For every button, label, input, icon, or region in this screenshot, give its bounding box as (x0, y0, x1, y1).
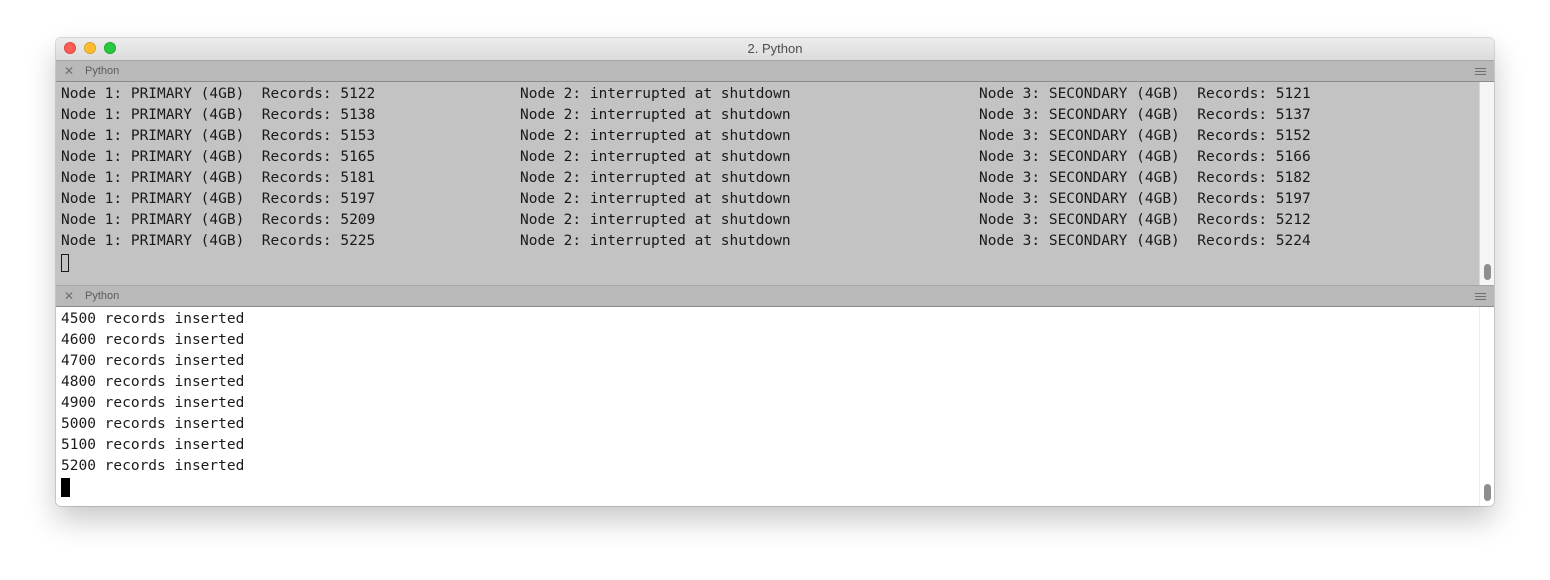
hamburger-menu-icon[interactable] (1475, 68, 1486, 75)
terminal-cursor (61, 254, 69, 272)
node-3-status: Node 3: SECONDARY (4GB) Records: 5224 (979, 233, 1311, 249)
bottom-output-line: 5200 records inserted (61, 458, 245, 474)
top-output-line: Node 1: PRIMARY (4GB) Records: 5165 Node … (56, 147, 1476, 168)
node-2-status: Node 2: interrupted at shutdown (520, 233, 791, 249)
node-2-status: Node 2: interrupted at shutdown (520, 107, 791, 123)
node-1-status: Node 1: PRIMARY (4GB) Records: 5197 (61, 191, 376, 207)
title-bar[interactable]: 2. Python (56, 38, 1494, 61)
node-2-status: Node 2: interrupted at shutdown (520, 128, 791, 144)
bottom-output-line: 4700 records inserted (61, 353, 245, 369)
node-1-status: Node 1: PRIMARY (4GB) Records: 5181 (61, 170, 376, 186)
top-output-line: Node 1: PRIMARY (4GB) Records: 5197 Node … (56, 189, 1476, 210)
terminal-cursor (61, 478, 70, 497)
close-icon[interactable]: ✕ (64, 61, 74, 81)
top-pane-title: Python (85, 65, 120, 77)
top-output-line: Node 1: PRIMARY (4GB) Records: 5225 Node … (56, 231, 1476, 252)
top-output-line: Node 1: PRIMARY (4GB) Records: 5122 Node … (56, 84, 1476, 105)
node-1-status: Node 1: PRIMARY (4GB) Records: 5138 (61, 107, 376, 123)
node-3-status: Node 3: SECONDARY (4GB) Records: 5182 (979, 170, 1311, 186)
node-1-status: Node 1: PRIMARY (4GB) Records: 5165 (61, 149, 376, 165)
top-pane-scroll-thumb[interactable] (1484, 264, 1491, 280)
bottom-output-line: 4900 records inserted (61, 395, 245, 411)
node-2-status: Node 2: interrupted at shutdown (520, 149, 791, 165)
terminal-window: 2. Python ✕ Python Node 1: PRIMARY (4GB)… (56, 38, 1494, 506)
node-1-status: Node 1: PRIMARY (4GB) Records: 5225 (61, 233, 376, 249)
node-3-status: Node 3: SECONDARY (4GB) Records: 5197 (979, 191, 1311, 207)
node-2-status: Node 2: interrupted at shutdown (520, 191, 791, 207)
top-output-line: Node 1: PRIMARY (4GB) Records: 5153 Node … (56, 126, 1476, 147)
top-pane-scrollbar[interactable] (1479, 82, 1494, 285)
node-3-status: Node 3: SECONDARY (4GB) Records: 5137 (979, 107, 1311, 123)
bottom-output-line: 4500 records inserted (61, 311, 245, 327)
node-1-status: Node 1: PRIMARY (4GB) Records: 5209 (61, 212, 376, 228)
bottom-pane-scrollbar[interactable] (1479, 307, 1494, 506)
node-2-status: Node 2: interrupted at shutdown (520, 86, 791, 102)
node-3-status: Node 3: SECONDARY (4GB) Records: 5152 (979, 128, 1311, 144)
bottom-pane-title: Python (85, 290, 120, 302)
bottom-output-line: 4600 records inserted (61, 332, 245, 348)
top-output-line: Node 1: PRIMARY (4GB) Records: 5138 Node … (56, 105, 1476, 126)
node-3-status: Node 3: SECONDARY (4GB) Records: 5212 (979, 212, 1311, 228)
close-icon[interactable]: ✕ (64, 286, 74, 306)
bottom-output-line: 5000 records inserted (61, 416, 245, 432)
hamburger-menu-icon[interactable] (1475, 293, 1486, 300)
top-output-line: Node 1: PRIMARY (4GB) Records: 5209 Node … (56, 210, 1476, 231)
node-3-status: Node 3: SECONDARY (4GB) Records: 5166 (979, 149, 1311, 165)
bottom-pane-header[interactable]: ✕ Python (56, 285, 1494, 307)
top-output-line: Node 1: PRIMARY (4GB) Records: 5181 Node … (56, 168, 1476, 189)
top-pane-output[interactable]: Node 1: PRIMARY (4GB) Records: 5122 Node … (56, 82, 1494, 285)
bottom-pane-scroll-thumb[interactable] (1484, 484, 1491, 501)
node-2-status: Node 2: interrupted at shutdown (520, 170, 791, 186)
node-2-status: Node 2: interrupted at shutdown (520, 212, 791, 228)
node-3-status: Node 3: SECONDARY (4GB) Records: 5121 (979, 86, 1311, 102)
top-pane-header[interactable]: ✕ Python (56, 60, 1494, 82)
window-title: 2. Python (747, 41, 803, 56)
bottom-output-line: 5100 records inserted (61, 437, 245, 453)
bottom-output-line: 4800 records inserted (61, 374, 245, 390)
node-1-status: Node 1: PRIMARY (4GB) Records: 5153 (61, 128, 376, 144)
node-1-status: Node 1: PRIMARY (4GB) Records: 5122 (61, 86, 376, 102)
bottom-pane-output[interactable]: 4500 records inserted 4600 records insert… (56, 307, 1494, 506)
